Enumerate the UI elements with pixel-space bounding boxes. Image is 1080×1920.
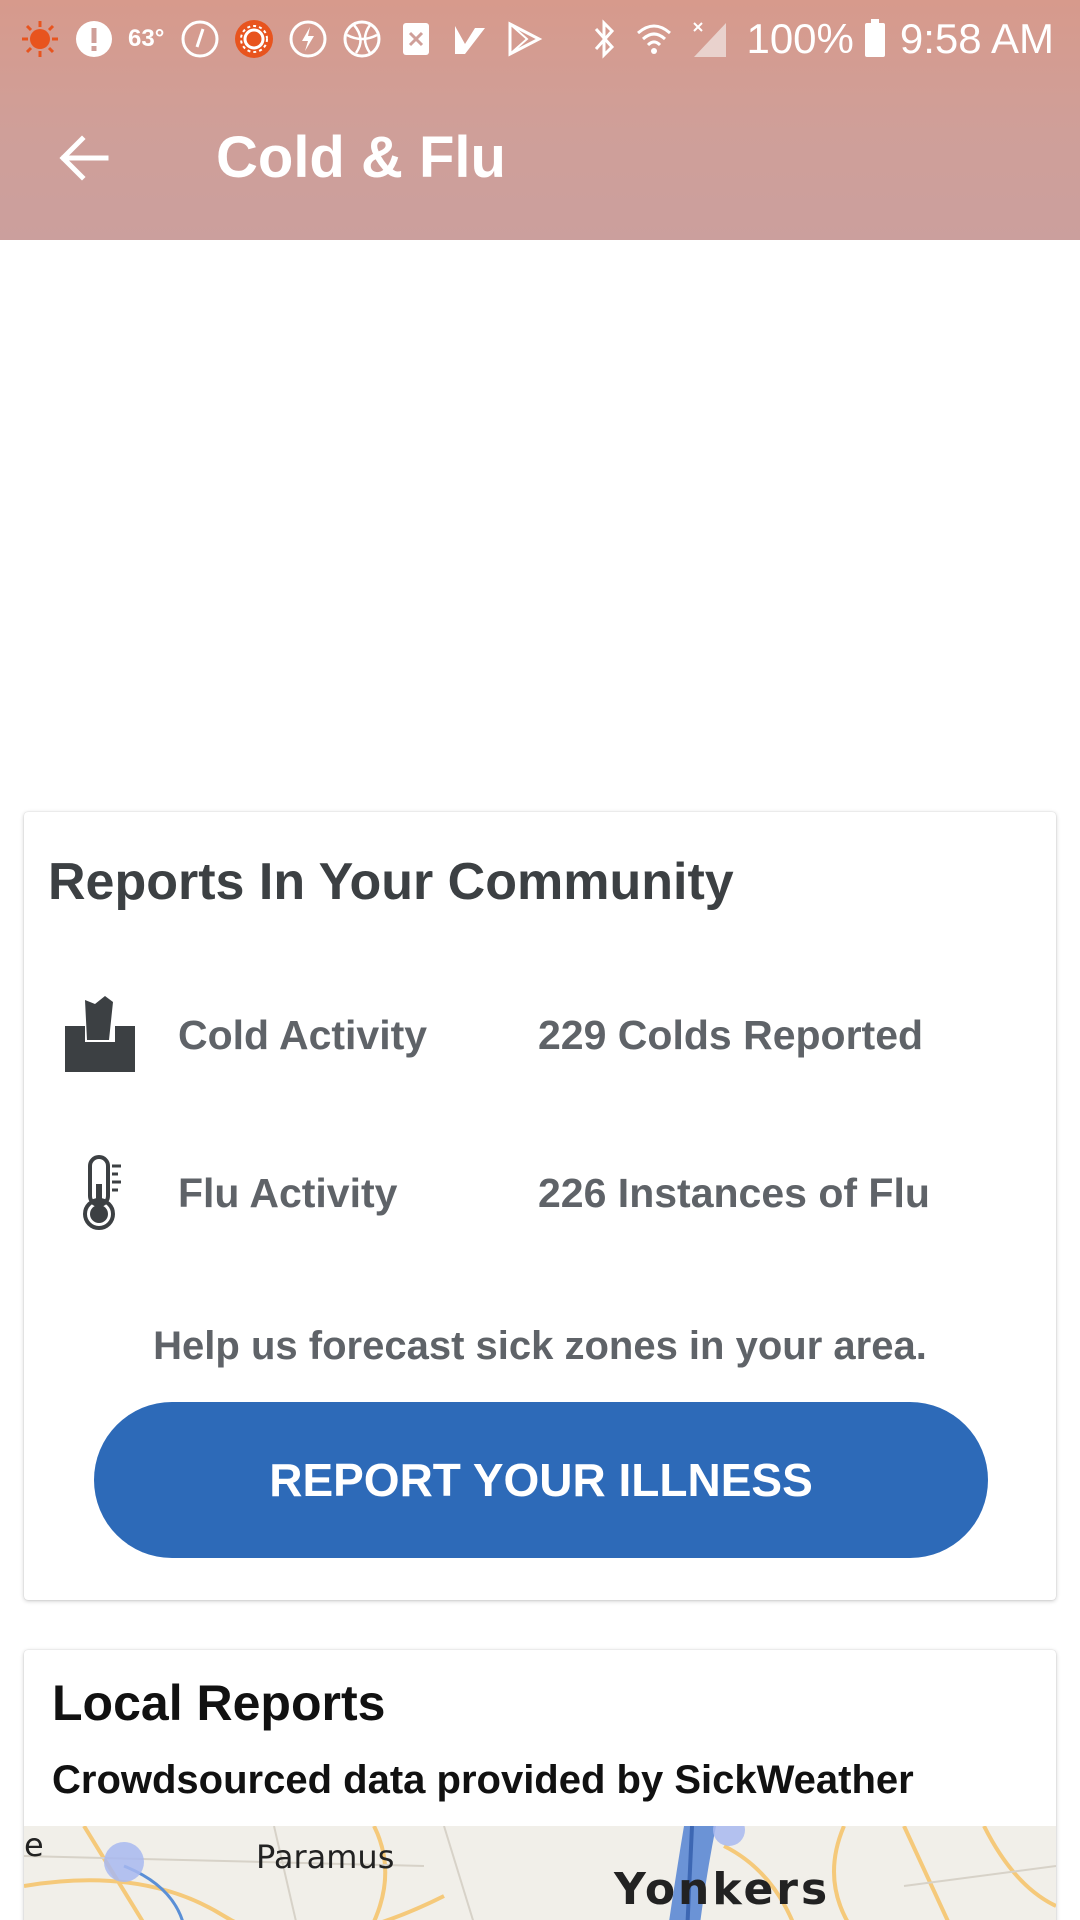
status-system: 100% 9:58 AM <box>590 12 1054 66</box>
map-label-paramus: Paramus <box>256 1838 395 1876</box>
map-roads <box>24 1826 1056 1920</box>
temp-icon <box>180 19 220 59</box>
flu-activity-label: Flu Activity <box>178 1170 398 1216</box>
flu-activity-row: Flu Activity 226 Instances of Flu <box>24 1142 1056 1242</box>
weather-sun-icon <box>20 19 60 59</box>
local-reports-subtitle: Crowdsourced data provided by SickWeathe… <box>52 1758 914 1802</box>
map-label-edge: e <box>24 1826 44 1864</box>
wifi-icon <box>634 19 674 59</box>
local-reports-title: Local Reports <box>52 1675 386 1731</box>
close-box-icon <box>396 19 436 59</box>
cold-activity-label: Cold Activity <box>178 1012 428 1058</box>
play-store-icon <box>504 19 544 59</box>
top-bar: 63° 100% 9:58 AM Cold & Flu <box>0 0 1080 240</box>
temperature-text: 63° <box>128 25 165 52</box>
sun-badge-icon <box>234 19 274 59</box>
back-button[interactable] <box>52 126 116 190</box>
local-reports-card: Local Reports Crowdsourced data provided… <box>24 1650 1056 1920</box>
cold-activity-value: 229 Colds Reported <box>538 1012 924 1058</box>
report-illness-button[interactable]: REPORT YOUR ILLNESS <box>94 1402 988 1558</box>
alert-icon <box>74 19 114 59</box>
battery-percent: 100% <box>746 15 854 62</box>
cell-signal-icon <box>690 19 730 59</box>
local-reports-map[interactable]: e Paramus Yonkers <box>24 1826 1056 1920</box>
bluetooth-icon <box>590 19 618 59</box>
community-reports-card: Reports In Your Community Cold Activity … <box>24 812 1056 1600</box>
sport-badge-icon <box>342 19 382 59</box>
app-bar: Cold & Flu <box>0 78 1080 240</box>
clock-time: 9:58 AM <box>899 15 1054 62</box>
flu-activity-value: 226 Instances of Flu <box>538 1170 930 1216</box>
battery-icon <box>864 19 886 59</box>
thermometer-icon <box>60 1152 140 1232</box>
page-title: Cold & Flu <box>216 125 506 190</box>
arrow-back-icon <box>59 135 109 181</box>
community-title: Reports In Your Community <box>48 853 734 911</box>
content-placeholder <box>0 240 1080 810</box>
tissue-box-icon <box>60 994 140 1074</box>
bolt-badge-icon <box>288 19 328 59</box>
status-bar: 63° 100% 9:58 AM <box>0 0 1080 78</box>
help-text: Help us forecast sick zones in your area… <box>153 1324 927 1368</box>
cold-activity-row: Cold Activity 229 Colds Reported <box>24 984 1056 1084</box>
status-notifications: 63° <box>20 14 558 64</box>
tick-flag-icon <box>450 19 490 59</box>
map-label-yonkers: Yonkers <box>614 1864 831 1915</box>
